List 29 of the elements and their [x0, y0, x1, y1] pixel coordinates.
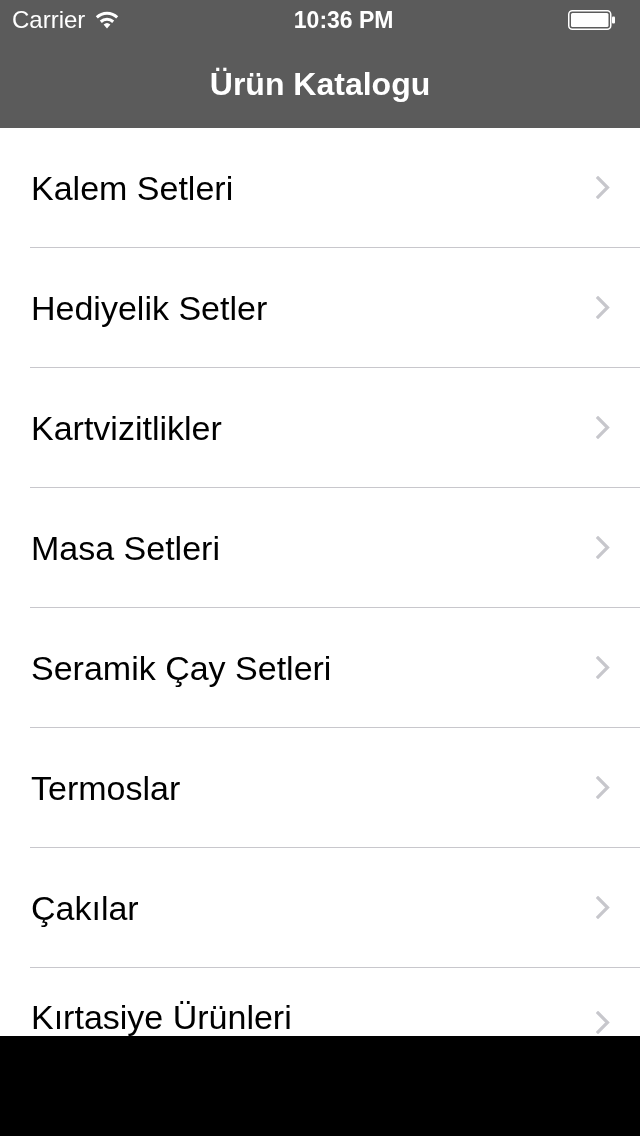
battery-icon — [568, 10, 615, 30]
list-item-label: Masa Setleri — [31, 530, 221, 565]
list-item[interactable]: Kalem Setleri — [0, 128, 640, 247]
list-item-label: Hediyelik Setler — [31, 290, 269, 325]
list-item[interactable]: Termoslar — [0, 728, 640, 847]
list-item-label: Çakılar — [31, 890, 140, 925]
chevron-icon — [596, 776, 610, 799]
wifi-icon — [95, 11, 120, 29]
list-item[interactable]: Masa Setleri — [0, 488, 640, 607]
list-item-label: Kırtasiye Ürünleri — [31, 1000, 293, 1034]
list-item[interactable]: Hediyelik Setler — [0, 248, 640, 367]
list-item-label: Termoslar — [31, 770, 182, 805]
list-item-label: Seramik Çay Setleri — [31, 650, 333, 685]
list-item-label: Kalem Setleri — [31, 170, 235, 205]
status-time: 10:36 PM — [293, 8, 394, 32]
list-item[interactable]: Çakılar — [0, 848, 640, 967]
chevron-icon — [596, 296, 610, 319]
chevron-icon — [596, 656, 610, 679]
chevron-icon — [596, 176, 610, 199]
chevron-icon — [596, 536, 610, 559]
list-item[interactable]: Kartvizitlikler — [0, 368, 640, 487]
list-item[interactable]: Kırtasiye Ürünleri — [0, 968, 640, 1036]
list-item-label: Kartvizitlikler — [31, 410, 223, 445]
navigation-title: Ürün Katalogu — [209, 68, 431, 100]
list-item[interactable]: Seramik Çay Setleri — [0, 608, 640, 727]
chevron-icon — [596, 416, 610, 439]
chevron-icon — [596, 896, 610, 919]
chevron-icon — [596, 1011, 610, 1034]
carrier-label: Carrier — [12, 8, 86, 32]
